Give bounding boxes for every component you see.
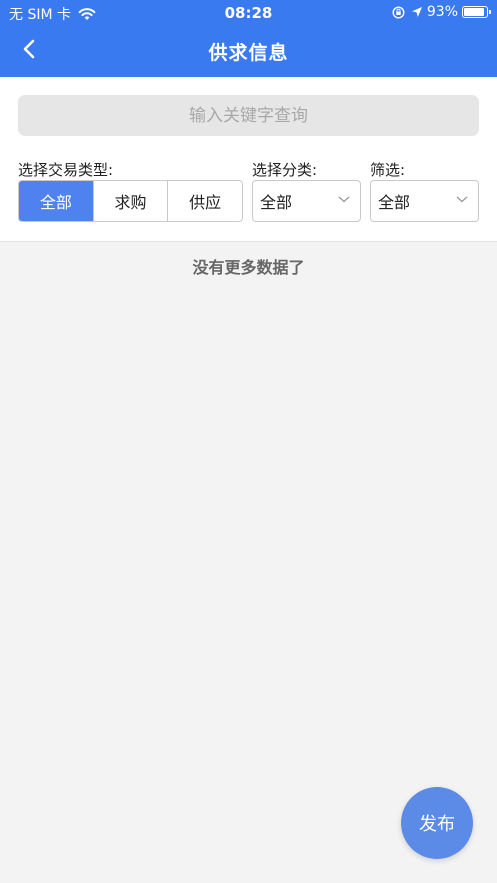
- filter-panel: 选择交易类型: 选择分类: 筛选: 全部 求购 供应 全部 全部: [0, 77, 497, 242]
- page-title: 供求信息: [208, 42, 289, 64]
- no-more-data-text: 没有更多数据了: [192, 258, 305, 277]
- category-dropdown-value: 全部: [260, 193, 293, 212]
- rotation-lock-icon: [392, 5, 405, 19]
- trade-type-supply-button[interactable]: 供应: [167, 181, 242, 221]
- filter-dropdown[interactable]: 全部: [370, 180, 479, 222]
- category-dropdown[interactable]: 全部: [252, 180, 361, 222]
- chevron-down-icon: [456, 196, 468, 203]
- battery-percent: 93%: [426, 4, 458, 20]
- location-arrow-icon: [411, 7, 422, 17]
- battery-icon: [462, 6, 491, 18]
- trade-type-buy-button[interactable]: 求购: [92, 181, 168, 221]
- publish-button[interactable]: 发布: [401, 787, 473, 859]
- top-bar: 无 SIM 卡 08:28 93% 供求信息: [0, 0, 497, 77]
- status-bar: 无 SIM 卡 08:28 93%: [0, 0, 497, 26]
- trade-type-all-button[interactable]: 全部: [19, 181, 93, 221]
- filter-label: 筛选:: [370, 161, 406, 179]
- status-right: 93%: [392, 4, 491, 20]
- category-label: 选择分类:: [252, 161, 318, 179]
- filter-dropdown-value: 全部: [378, 193, 411, 212]
- chevron-down-icon: [338, 196, 350, 203]
- trade-type-segmented-control: 全部 求购 供应: [18, 180, 243, 222]
- search-input[interactable]: [18, 95, 479, 136]
- trade-type-label: 选择交易类型:: [18, 161, 114, 179]
